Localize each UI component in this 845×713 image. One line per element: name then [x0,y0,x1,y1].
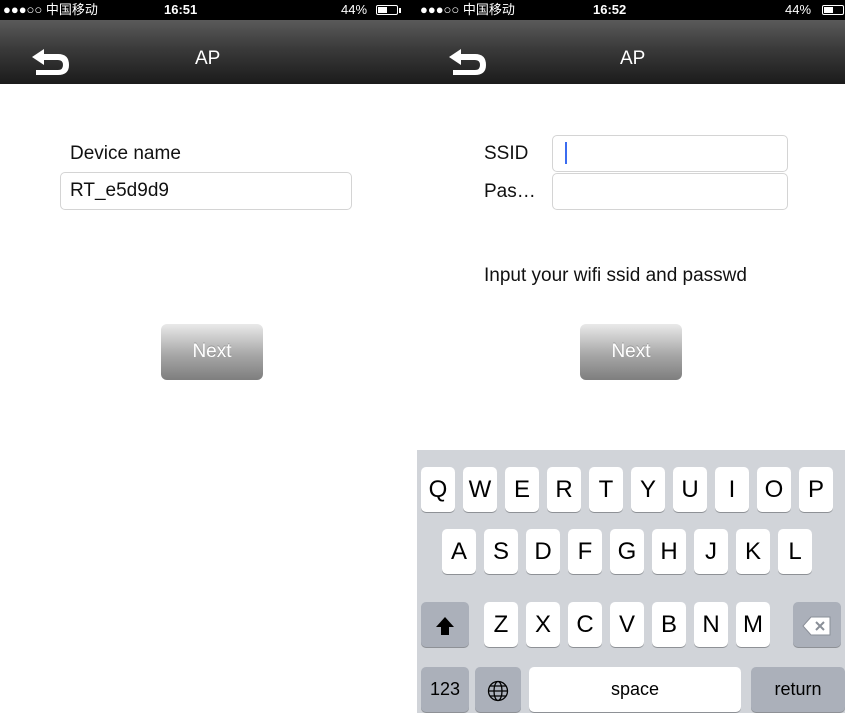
phone-screen-device-name: ●●●○○ 中国移动 16:51 44% AP Device name RT_e… [0,0,417,713]
ssid-field[interactable] [552,135,788,172]
phone-screen-wifi-setup: ●●●○○ 中国移动 16:52 44% AP SSID Pas… Input … [417,0,845,713]
page-title: AP [620,48,646,69]
key-y[interactable]: Y [631,467,665,512]
key-h[interactable]: H [652,529,686,574]
password-label: Pas… [484,181,536,202]
instruction-text: Input your wifi ssid and passwd [484,265,747,286]
page-title: AP [195,48,221,69]
status-time: 16:52 [593,2,627,17]
device-name-label: Device name [70,143,181,164]
device-name-field[interactable]: RT_e5d9d9 [60,172,352,210]
globe-key[interactable] [475,667,521,712]
shift-key[interactable] [421,602,469,647]
navigation-bar: AP [417,20,845,84]
back-arrow-icon[interactable] [447,46,489,76]
return-key[interactable]: return [751,667,845,712]
navigation-bar: AP [0,20,417,84]
key-v[interactable]: V [610,602,644,647]
key-m[interactable]: M [736,602,770,647]
next-button[interactable]: Next [580,324,682,380]
status-bar: ●●●○○ 中国移动 16:52 44% [417,0,845,20]
key-g[interactable]: G [610,529,644,574]
key-e[interactable]: E [505,467,539,512]
space-key[interactable]: space [529,667,741,712]
text-caret [565,142,567,164]
key-z[interactable]: Z [484,602,518,647]
keyboard: Q W E R T Y U I O P A S D F G H J K L Z … [417,450,845,713]
ssid-label: SSID [484,143,529,164]
key-u[interactable]: U [673,467,707,512]
status-bar: ●●●○○ 中国移动 16:51 44% [0,0,417,20]
carrier-label: ●●●○○ 中国移动 [420,2,515,17]
key-c[interactable]: C [568,602,602,647]
numbers-key[interactable]: 123 [421,667,469,712]
key-d[interactable]: D [526,529,560,574]
device-name-value: RT_e5d9d9 [70,180,169,201]
key-w[interactable]: W [463,467,497,512]
back-arrow-icon[interactable] [30,46,72,76]
key-t[interactable]: T [589,467,623,512]
battery-icon [822,5,844,15]
key-x[interactable]: X [526,602,560,647]
delete-icon [802,616,831,636]
password-field[interactable] [552,173,788,210]
key-p[interactable]: P [799,467,833,512]
key-l[interactable]: L [778,529,812,574]
battery-icon [376,5,401,15]
key-f[interactable]: F [568,529,602,574]
next-button[interactable]: Next [161,324,263,380]
key-o[interactable]: O [757,467,791,512]
battery-percent: 44% [341,2,368,17]
key-b[interactable]: B [652,602,686,647]
key-a[interactable]: A [442,529,476,574]
carrier-label: ●●●○○ 中国移动 [3,2,98,17]
key-k[interactable]: K [736,529,770,574]
key-n[interactable]: N [694,602,728,647]
key-q[interactable]: Q [421,467,455,512]
delete-key[interactable] [793,602,841,647]
status-time: 16:51 [164,2,198,17]
battery-percent: 44% [785,2,812,17]
shift-icon [436,616,454,635]
globe-icon [487,680,509,701]
key-i[interactable]: I [715,467,749,512]
key-s[interactable]: S [484,529,518,574]
key-r[interactable]: R [547,467,581,512]
key-j[interactable]: J [694,529,728,574]
